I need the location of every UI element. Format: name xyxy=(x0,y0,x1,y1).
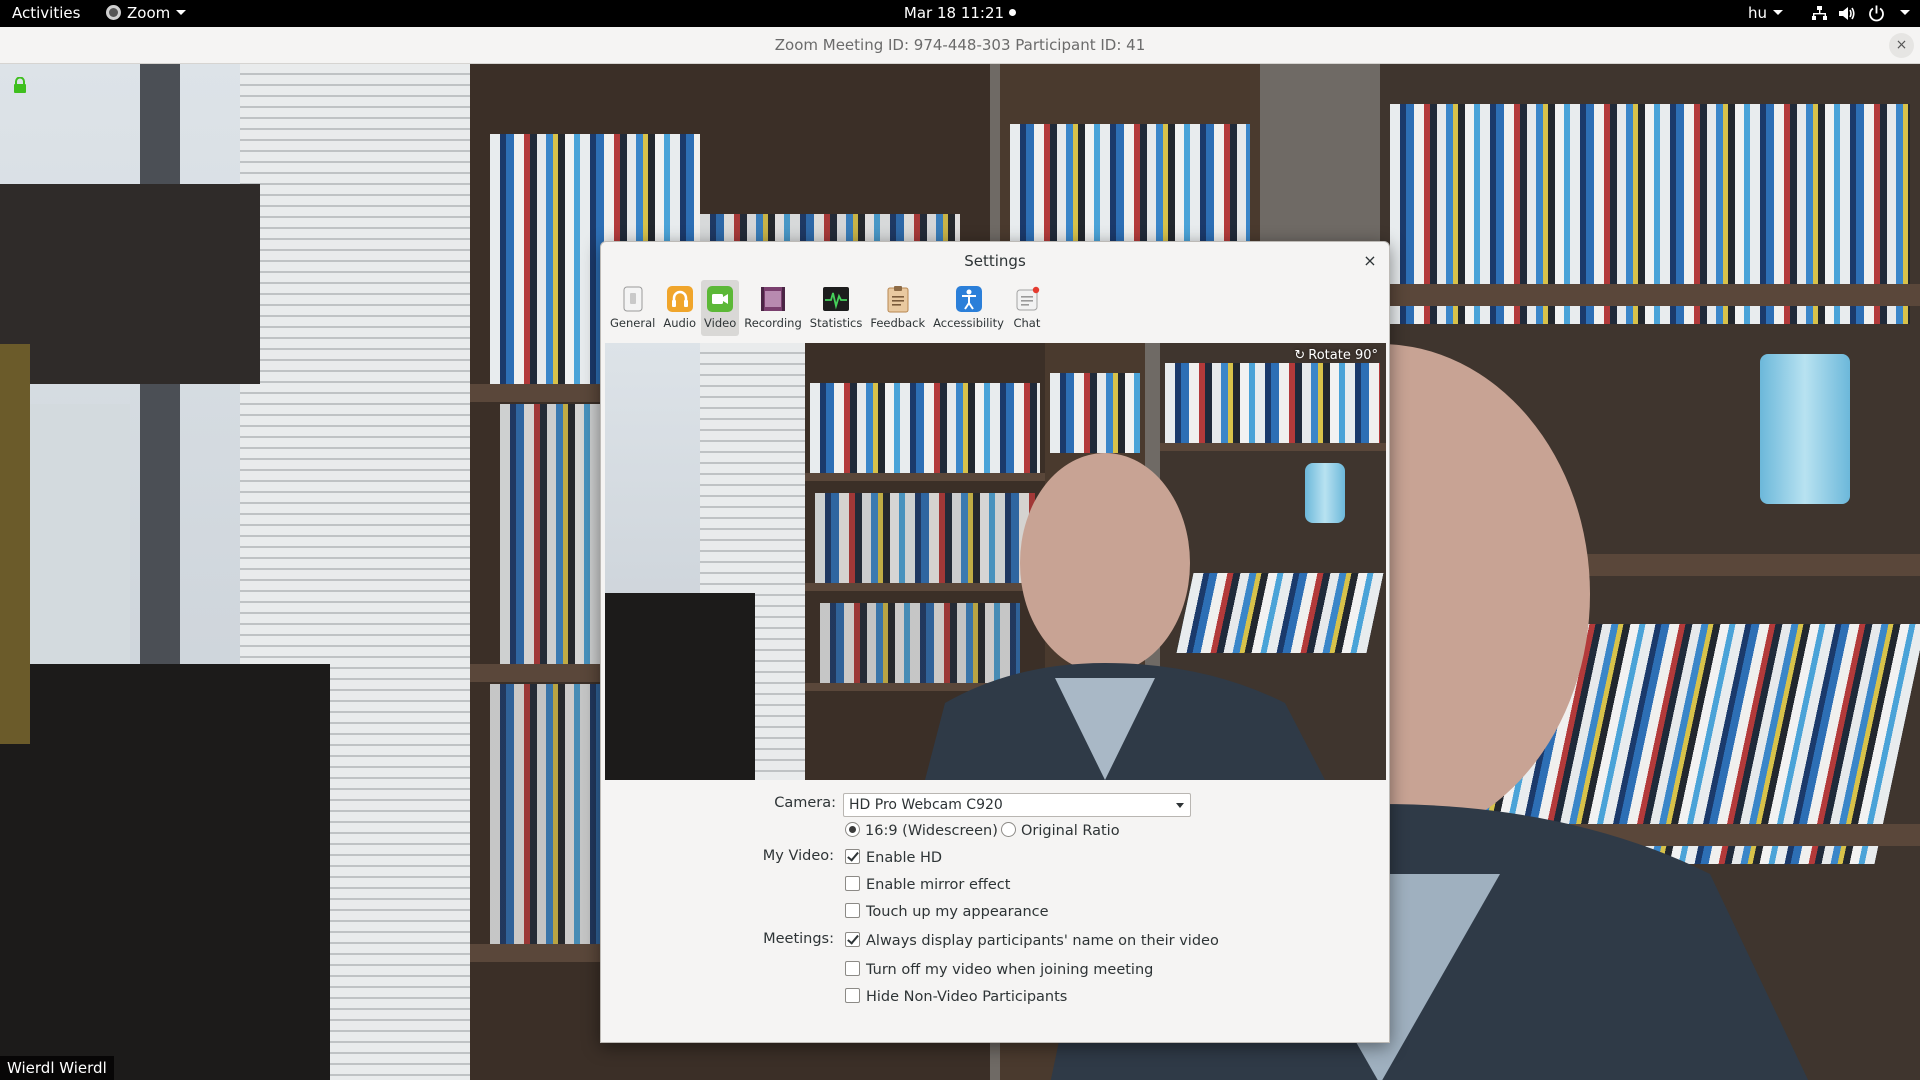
tab-audio[interactable]: Audio xyxy=(660,280,699,336)
tab-label: Accessibility xyxy=(933,316,1004,330)
turn-off-video-checkbox[interactable]: Turn off my video when joining meeting xyxy=(845,960,1153,980)
recording-icon xyxy=(761,287,786,311)
enable-hd-checkbox[interactable]: Enable HD xyxy=(845,848,942,868)
tab-label: Statistics xyxy=(809,316,863,330)
volume-icon[interactable] xyxy=(1838,0,1856,27)
tab-statistics[interactable]: Statistics xyxy=(807,280,866,336)
gnome-top-bar: Activities Zoom Mar 18 11:21 hu xyxy=(0,0,1920,27)
checkbox-icon xyxy=(845,961,860,976)
enable-hd-label: Enable HD xyxy=(866,850,943,866)
input-language-button[interactable]: hu xyxy=(1748,0,1784,27)
original-ratio-radio[interactable]: Original Ratio xyxy=(1001,821,1120,841)
network-icon[interactable] xyxy=(1812,0,1827,27)
video-icon xyxy=(707,286,734,312)
settings-close-button[interactable]: × xyxy=(1359,250,1381,272)
meetings-label: Meetings: xyxy=(763,931,834,947)
rotate-label: Rotate 90° xyxy=(1308,348,1378,363)
camera-label: Camera: xyxy=(774,795,836,811)
checkbox-icon xyxy=(845,876,860,891)
clock-button[interactable]: Mar 18 11:21 xyxy=(903,4,1017,22)
notification-dot-icon xyxy=(1009,9,1017,16)
statistics-icon xyxy=(823,287,850,311)
chat-icon xyxy=(1016,286,1040,311)
original-ratio-label: Original Ratio xyxy=(1021,823,1120,839)
touch-up-label: Touch up my appearance xyxy=(866,904,1049,920)
tab-label: General xyxy=(610,316,656,330)
tab-video[interactable]: Video xyxy=(701,280,740,336)
hide-non-video-label: Hide Non-Video Participants xyxy=(866,989,1068,1005)
chevron-down-icon xyxy=(176,10,187,15)
widescreen-label: 16:9 (Widescreen) xyxy=(865,823,998,839)
camera-dropdown[interactable]: HD Pro Webcam C920 xyxy=(843,793,1191,817)
radio-button-icon xyxy=(1001,822,1016,837)
hide-non-video-checkbox[interactable]: Hide Non-Video Participants xyxy=(845,987,1067,1007)
tab-label: Feedback xyxy=(870,316,926,330)
display-names-label: Always display participants' name on the… xyxy=(866,933,1219,949)
general-icon xyxy=(623,286,643,312)
checkbox-icon xyxy=(845,903,860,918)
tab-label: Audio xyxy=(663,316,697,330)
widescreen-radio[interactable]: 16:9 (Widescreen) xyxy=(845,821,998,841)
app-menu-label: Zoom xyxy=(127,4,171,22)
accessibility-icon xyxy=(955,286,982,312)
activities-button[interactable]: Activities xyxy=(12,0,80,27)
input-language-label: hu xyxy=(1748,4,1768,22)
video-preview-image xyxy=(605,343,1386,780)
settings-dialog: Settings × General Audio Video Recording… xyxy=(600,241,1390,1043)
system-menu-button[interactable] xyxy=(1894,0,1910,27)
checkbox-icon xyxy=(845,988,860,1003)
tab-label: Video xyxy=(704,316,737,330)
chevron-down-icon xyxy=(1176,803,1184,808)
tab-label: Recording xyxy=(744,316,802,330)
settings-title: Settings xyxy=(964,252,1026,270)
camera-selected-value: HD Pro Webcam C920 xyxy=(849,797,1003,813)
settings-tabs: General Audio Video Recording Statistics… xyxy=(607,280,1047,336)
rotate-icon: ↻ xyxy=(1294,348,1306,363)
checkbox-icon xyxy=(845,849,860,864)
settings-header: Settings × xyxy=(601,242,1389,280)
feedback-icon xyxy=(887,286,909,313)
chevron-down-icon xyxy=(1773,10,1784,15)
window-close-button[interactable]: × xyxy=(1889,33,1914,58)
tab-recording[interactable]: Recording xyxy=(741,280,805,336)
radio-button-icon xyxy=(845,822,860,837)
tab-chat[interactable]: Chat xyxy=(1009,280,1045,336)
my-video-label: My Video: xyxy=(762,848,834,864)
window-title: Zoom Meeting ID: 974-448-303 Participant… xyxy=(774,36,1146,54)
mirror-effect-label: Enable mirror effect xyxy=(866,877,1011,893)
clock-area: Mar 18 11:21 xyxy=(0,0,1920,27)
tab-feedback[interactable]: Feedback xyxy=(867,280,928,336)
chevron-down-icon xyxy=(1900,10,1910,15)
touch-up-checkbox[interactable]: Touch up my appearance xyxy=(845,902,1049,922)
video-preview: ↻ Rotate 90° xyxy=(605,343,1386,780)
checkbox-icon xyxy=(845,932,860,947)
lock-icon xyxy=(14,77,26,93)
power-icon[interactable] xyxy=(1868,0,1885,27)
preview-participant-silhouette xyxy=(925,453,1325,780)
clock-label: Mar 18 11:21 xyxy=(903,4,1005,22)
turn-off-video-label: Turn off my video when joining meeting xyxy=(866,962,1154,978)
audio-icon xyxy=(666,286,693,312)
rotate-button[interactable]: ↻ Rotate 90° xyxy=(1294,347,1378,365)
tab-general[interactable]: General xyxy=(607,280,658,336)
display-names-checkbox[interactable]: Always display participants' name on the… xyxy=(845,931,1219,951)
zoom-window-titlebar: Zoom Meeting ID: 974-448-303 Participant… xyxy=(0,27,1920,64)
mirror-effect-checkbox[interactable]: Enable mirror effect xyxy=(845,875,1010,895)
zoom-app-icon xyxy=(106,5,121,20)
tab-label: Chat xyxy=(1013,316,1041,330)
participant-name-label: Wierdl Wierdl xyxy=(0,1056,114,1080)
app-menu-button[interactable]: Zoom xyxy=(106,0,187,27)
tab-accessibility[interactable]: Accessibility xyxy=(930,280,1007,336)
